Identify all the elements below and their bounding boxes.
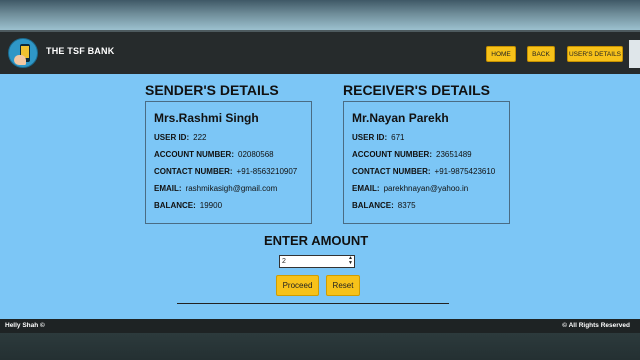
bank-logo[interactable] [8, 38, 38, 68]
receiver-name: Mr.Nayan Parekh [352, 111, 449, 125]
footer-author: Helly Shah © [5, 322, 45, 329]
sender-account-row: ACCOUNT NUMBER: 02080568 [154, 150, 274, 159]
contact-number-value: +91-9875423610 [434, 167, 496, 176]
proceed-button[interactable]: Proceed [276, 275, 319, 296]
email-value: rashmikasigh@gmail.com [185, 184, 278, 193]
account-number-label: ACCOUNT NUMBER: [154, 150, 234, 159]
amount-spinner[interactable]: ▲ ▼ [347, 256, 354, 267]
brand-name[interactable]: THE TSF BANK [46, 46, 114, 56]
balance-value: 19900 [199, 201, 223, 210]
receiver-user-id-row: USER ID: 671 [352, 133, 404, 142]
receiver-card: Mr.Nayan Parekh USER ID: 671 ACCOUNT NUMB… [343, 101, 510, 224]
account-number-value: 02080568 [238, 150, 274, 159]
account-number-label: ACCOUNT NUMBER: [352, 150, 432, 159]
receiver-balance-row: BALANCE: 8375 [352, 201, 416, 210]
receiver-email-row: EMAIL: parekhnayan@yahoo.in [352, 184, 468, 193]
nav-edge [629, 40, 640, 68]
sender-heading: SENDER'S DETAILS [145, 82, 279, 98]
footer: Helly Shah © © All Rights Reserved [0, 319, 640, 333]
receiver-contact-row: CONTACT NUMBER: +91-9875423610 [352, 167, 495, 176]
enter-amount-heading: ENTER AMOUNT [264, 233, 369, 248]
email-label: EMAIL: [352, 184, 380, 193]
sender-balance-row: BALANCE: 19900 [154, 201, 222, 210]
window-bottom-strip [0, 333, 640, 360]
sender-email-row: EMAIL: rashmikasigh@gmail.com [154, 184, 277, 193]
contact-number-value: +91-8563210907 [236, 167, 298, 176]
reset-button[interactable]: Reset [326, 275, 360, 296]
footer-rights-text: All Rights Reserved [568, 322, 630, 329]
navbar: THE TSF BANK HOME BACK USER'S DETAILS [0, 30, 640, 74]
copyright-icon: © [562, 322, 567, 329]
balance-label: BALANCE: [352, 201, 394, 210]
back-button[interactable]: BACK [527, 46, 555, 62]
sender-name: Mrs.Rashmi Singh [154, 111, 259, 125]
amount-input[interactable] [279, 255, 355, 268]
email-label: EMAIL: [154, 184, 182, 193]
email-value: parekhnayan@yahoo.in [383, 184, 469, 193]
hand-icon [14, 55, 26, 65]
user-id-label: USER ID: [154, 133, 190, 142]
contact-number-label: CONTACT NUMBER: [352, 167, 431, 176]
user-id-label: USER ID: [352, 133, 388, 142]
user-id-value: 671 [391, 133, 405, 142]
contact-number-label: CONTACT NUMBER: [154, 167, 233, 176]
window-top-strip [0, 0, 640, 30]
balance-value: 8375 [397, 201, 416, 210]
footer-rights: © All Rights Reserved [562, 322, 630, 329]
home-button[interactable]: HOME [486, 46, 516, 62]
sender-user-id-row: USER ID: 222 [154, 133, 206, 142]
sender-contact-row: CONTACT NUMBER: +91-8563210907 [154, 167, 297, 176]
divider [177, 303, 449, 304]
users-details-button[interactable]: USER'S DETAILS [567, 46, 623, 62]
receiver-account-row: ACCOUNT NUMBER: 23651489 [352, 150, 472, 159]
user-id-value: 222 [193, 133, 207, 142]
account-number-value: 23651489 [436, 150, 472, 159]
receiver-heading: RECEIVER'S DETAILS [343, 82, 490, 98]
sender-card: Mrs.Rashmi Singh USER ID: 222 ACCOUNT NUM… [145, 101, 312, 224]
balance-label: BALANCE: [154, 201, 196, 210]
